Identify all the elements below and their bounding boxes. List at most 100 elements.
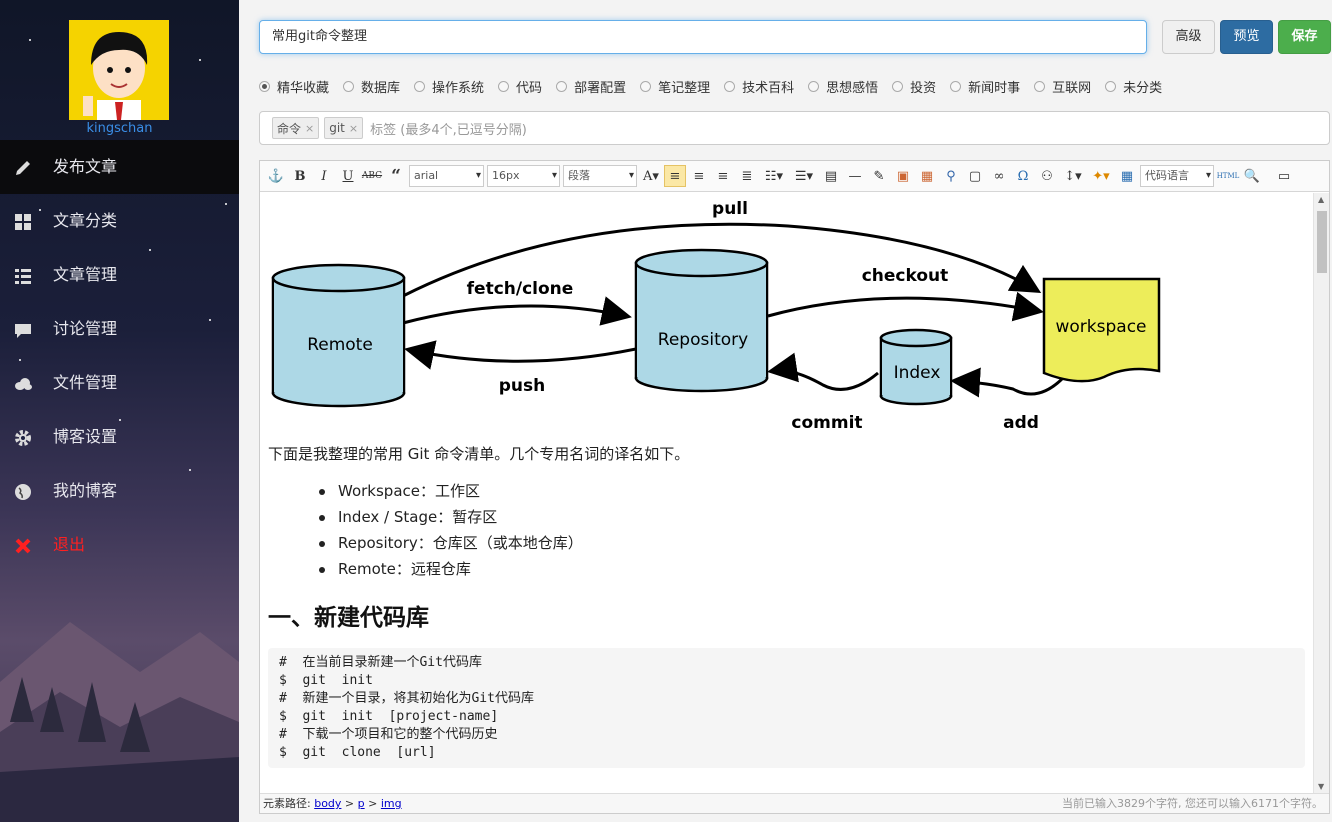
font-size-select[interactable]: 16px bbox=[487, 165, 560, 187]
avatar[interactable] bbox=[69, 20, 169, 120]
category-option[interactable]: 精华收藏 bbox=[259, 76, 329, 96]
category-option[interactable]: 互联网 bbox=[1034, 76, 1091, 96]
radio[interactable] bbox=[950, 80, 962, 92]
code-language-select[interactable]: 代码语言 bbox=[1140, 165, 1214, 187]
fullscreen-icon[interactable]: ▭ bbox=[1273, 165, 1295, 187]
scroll-up-icon[interactable]: ▲ bbox=[1318, 195, 1324, 204]
commit-label: commit bbox=[791, 413, 862, 433]
category-option[interactable]: 投资 bbox=[892, 76, 936, 96]
sidebar-item-myblog[interactable]: 我的博客 bbox=[0, 464, 239, 518]
ordered-list-icon[interactable]: ☷▾ bbox=[760, 165, 788, 187]
italic-icon[interactable]: I bbox=[313, 165, 335, 187]
align-center-icon[interactable]: ≡ bbox=[712, 165, 734, 187]
sidebar-item-settings[interactable]: 博客设置 bbox=[0, 410, 239, 464]
save-button[interactable]: 保存 bbox=[1278, 20, 1331, 54]
radio[interactable] bbox=[1034, 80, 1046, 92]
font-color-icon[interactable]: A▾ bbox=[640, 165, 662, 187]
unordered-list-icon[interactable]: ☰▾ bbox=[790, 165, 818, 187]
mountain-illustration bbox=[0, 622, 239, 822]
radio-selected[interactable] bbox=[259, 80, 270, 92]
tag-remove-icon[interactable]: × bbox=[305, 122, 314, 135]
sidebar-item-label: 发布文章 bbox=[53, 157, 118, 176]
scrollbar-thumb[interactable] bbox=[1317, 211, 1327, 273]
magic-wand-icon[interactable]: ✦▾ bbox=[1088, 165, 1114, 187]
align-justify-icon[interactable]: ≣ bbox=[736, 165, 758, 187]
tag-remove-icon[interactable]: × bbox=[349, 122, 358, 135]
radio[interactable] bbox=[498, 80, 510, 92]
category-option[interactable]: 数据库 bbox=[343, 76, 400, 96]
underline-icon[interactable]: U bbox=[337, 165, 359, 187]
radio[interactable] bbox=[1105, 80, 1117, 92]
category-label: 新闻时事 bbox=[968, 80, 1021, 96]
category-option[interactable]: 代码 bbox=[498, 76, 542, 96]
tag-placeholder[interactable]: 标签 (最多4个,已逗号分隔) bbox=[370, 119, 527, 138]
zoom-preview-icon[interactable]: 🔍 bbox=[1241, 165, 1263, 187]
category-option[interactable]: 部署配置 bbox=[556, 76, 626, 96]
tags-input[interactable]: 命令 × git × 标签 (最多4个,已逗号分隔) bbox=[259, 111, 1330, 145]
paragraph-select[interactable]: 段落 bbox=[563, 165, 637, 187]
sidebar-item-label: 讨论管理 bbox=[53, 319, 118, 338]
eraser-icon[interactable]: ✎ bbox=[868, 165, 890, 187]
editor-toolbar: ⚓ B I U ABC “ arial 16px 段落 A▾ ≡ ≡ ≡ ≣ ☷… bbox=[260, 161, 1329, 192]
radio[interactable] bbox=[892, 80, 904, 92]
image-icon[interactable]: ▣ bbox=[892, 165, 914, 187]
radio[interactable] bbox=[343, 80, 355, 92]
horizontal-rule-icon[interactable]: — bbox=[844, 165, 866, 187]
font-family-select[interactable]: arial bbox=[409, 165, 484, 187]
template-icon[interactable]: ▢ bbox=[964, 165, 986, 187]
strikethrough-icon[interactable]: ABC bbox=[361, 165, 383, 187]
sidebar-item-logout[interactable]: 退出 bbox=[0, 518, 239, 572]
radio[interactable] bbox=[640, 80, 652, 92]
bold-icon[interactable]: B bbox=[289, 165, 311, 187]
quote-icon[interactable]: “ bbox=[385, 165, 407, 187]
table-icon[interactable]: ▦ bbox=[1116, 165, 1138, 187]
editor-statusbar: 元素路径: body > p > img 当前已输入3829个字符, 您还可以输… bbox=[260, 793, 1329, 813]
git-workflow-diagram: Remote Repository Index workspace pull f… bbox=[271, 199, 1161, 433]
special-char-icon[interactable]: Ω bbox=[1012, 165, 1034, 187]
category-option[interactable]: 未分类 bbox=[1105, 76, 1162, 96]
align-right-icon[interactable]: ≡ bbox=[688, 165, 710, 187]
preview-button[interactable]: 预览 bbox=[1220, 20, 1273, 54]
category-option[interactable]: 技术百科 bbox=[724, 76, 794, 96]
radio[interactable] bbox=[724, 80, 736, 92]
multi-image-icon[interactable]: ▦ bbox=[916, 165, 938, 187]
advanced-button[interactable]: 高级 bbox=[1162, 20, 1215, 54]
sidebar-item-articles[interactable]: 文章管理 bbox=[0, 248, 239, 302]
sidebar-item-files[interactable]: 文件管理 bbox=[0, 356, 239, 410]
category-option[interactable]: 思想感悟 bbox=[808, 76, 878, 96]
category-label: 笔记整理 bbox=[658, 80, 711, 96]
sidebar-item-publish[interactable]: 发布文章 bbox=[0, 140, 239, 194]
paste-icon[interactable]: ▤ bbox=[820, 165, 842, 187]
attachment-icon[interactable]: ⚲ bbox=[940, 165, 962, 187]
editor-scrollbar[interactable]: ▲ ▼ bbox=[1313, 193, 1329, 793]
html-source-icon[interactable]: HTML bbox=[1217, 165, 1240, 187]
radio[interactable] bbox=[414, 80, 426, 92]
path-link-body[interactable]: body bbox=[314, 797, 341, 810]
tag-chip[interactable]: 命令 × bbox=[272, 117, 320, 139]
sidebar-item-label: 文章分类 bbox=[53, 211, 118, 230]
path-link-img[interactable]: img bbox=[381, 797, 402, 810]
category-option[interactable]: 操作系统 bbox=[414, 76, 484, 96]
remote-label: Remote bbox=[307, 335, 373, 355]
search-replace-icon[interactable]: ⚇ bbox=[1036, 165, 1058, 187]
link-icon[interactable]: ∞ bbox=[988, 165, 1010, 187]
tag-chip[interactable]: git × bbox=[324, 117, 364, 139]
username[interactable]: kingschan bbox=[0, 121, 239, 136]
category-label: 思想感悟 bbox=[826, 80, 879, 96]
line-height-icon[interactable]: ↕▾ bbox=[1060, 165, 1086, 187]
sidebar-item-category[interactable]: 文章分类 bbox=[0, 194, 239, 248]
radio[interactable] bbox=[556, 80, 568, 92]
list-item: Index / Stage：暂存区 bbox=[319, 504, 583, 530]
anchor-icon[interactable]: ⚓ bbox=[265, 165, 287, 187]
title-input[interactable]: 常用git命令整理 bbox=[259, 20, 1147, 54]
path-link-p[interactable]: p bbox=[358, 797, 365, 810]
category-option[interactable]: 新闻时事 bbox=[950, 76, 1020, 96]
sidebar-nav: 发布文章 文章分类 文章管理 讨论管理 文件管理 博客设置 我的博客 退出 bbox=[0, 140, 239, 572]
align-left-icon[interactable]: ≡ bbox=[664, 165, 686, 187]
editor-content[interactable]: Remote Repository Index workspace pull f… bbox=[260, 193, 1312, 793]
sidebar-item-label: 我的博客 bbox=[53, 481, 118, 500]
radio[interactable] bbox=[808, 80, 820, 92]
sidebar-item-discussions[interactable]: 讨论管理 bbox=[0, 302, 239, 356]
category-option[interactable]: 笔记整理 bbox=[640, 76, 710, 96]
scroll-down-icon[interactable]: ▼ bbox=[1318, 782, 1324, 791]
